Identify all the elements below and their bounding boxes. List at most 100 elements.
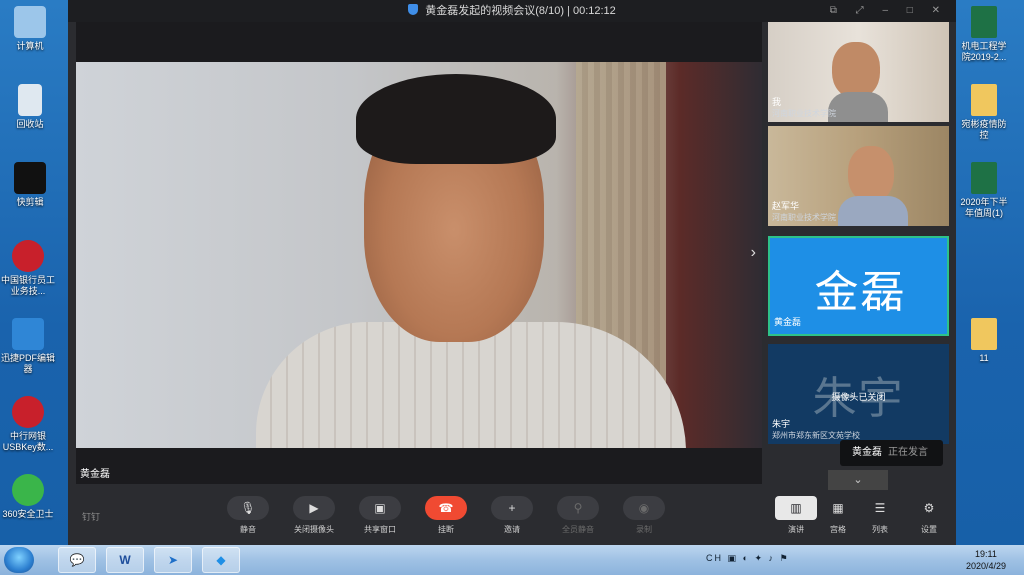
desktop-icon-label: 11	[979, 353, 989, 363]
participant-name: 我	[772, 97, 782, 107]
video-edit-app-icon	[14, 162, 46, 194]
layout-label: 列表	[872, 525, 888, 534]
computer-icon	[14, 6, 46, 38]
clock-date: 2020/4/29	[965, 561, 1006, 571]
toolbar-label: 录制	[636, 525, 652, 534]
speaker-layout-icon: ▥	[775, 496, 817, 520]
camera-off-button[interactable]: ▶ 关闭摄像头	[284, 496, 344, 535]
bank-app-icon	[12, 240, 44, 272]
start-button[interactable]	[4, 547, 34, 573]
recycle-bin-icon	[18, 84, 42, 116]
system-tray[interactable]: CH ▣ ◐ ✦ ♪ ⚑	[706, 553, 790, 564]
meeting-toolbar: 钉钉 🎙 静音 ▶ 关闭摄像头 ▣ 共享窗口 ☎ 挂断 + 邀请 ⚲ 全员静音 …	[68, 490, 956, 545]
microphone-icon: 🎙	[227, 496, 269, 520]
desktop-icon-label: 回收站	[16, 119, 44, 129]
participant-name: 朱宇	[772, 419, 791, 429]
desktop-icon-computer[interactable]: 计算机	[2, 6, 58, 52]
toolbar-label: 邀请	[504, 525, 520, 534]
desktop-icon-recycle-bin[interactable]: 回收站	[2, 84, 58, 130]
desktop-icon-security-app[interactable]: 360安全卫士	[0, 474, 56, 520]
mute-all-icon: ⚲	[557, 496, 599, 520]
desktop-icon-label: 快剪辑	[16, 197, 44, 207]
participant-tile-zhu[interactable]: 朱宇 摄像头已关闭 朱宇 郑州市郑东新区文苑学校	[768, 344, 949, 444]
desktop-icon-label: 360安全卫士	[2, 509, 54, 519]
invite-button[interactable]: + 邀请	[482, 496, 542, 535]
mute-all-button[interactable]: ⚲ 全员静音	[548, 496, 608, 535]
grid-layout-button[interactable]: ▦ 宫格	[817, 496, 859, 535]
layout-label: 演讲	[788, 525, 804, 534]
list-layout-icon: ☰	[874, 501, 886, 515]
word-icon[interactable]: W	[106, 547, 144, 573]
participant-tile-self[interactable]: 我 河南职业技术学院	[768, 22, 949, 122]
folder-icon	[971, 84, 997, 116]
participant-org: 河南职业技术学院	[772, 213, 836, 222]
desktop-icon-label: 宛彬疫情防控	[961, 119, 1007, 140]
excel-file-icon	[971, 162, 997, 194]
desktop-icon-bank-app[interactable]: 中国银行员工业务技...	[0, 240, 56, 297]
window-controls[interactable]: ⧉ ⤢ – □ ✕	[830, 0, 948, 22]
desktop-icon-bank-key[interactable]: 中行网银USBKey数...	[0, 396, 56, 453]
pdf-editor-icon	[12, 318, 44, 350]
scroll-down-button[interactable]: ⌄	[828, 470, 888, 490]
desktop-icon-label: 计算机	[16, 41, 44, 51]
hangup-button[interactable]: ☎ 挂断	[416, 496, 476, 535]
toolbar-label: 全员静音	[562, 525, 594, 534]
meeting-title: 黄金磊发起的视频会议(8/10) | 00:12:12	[425, 5, 616, 17]
participant-org: 河南职业技术学院	[772, 109, 836, 118]
invite-icon: +	[491, 496, 533, 520]
share-screen-icon: ▣	[359, 496, 401, 520]
participant-tile-huang[interactable]: 金磊 黄金磊	[768, 236, 949, 336]
desktop-icon-pdf-editor[interactable]: 迅捷PDF编辑器	[0, 318, 56, 375]
desktop-icon-video-edit[interactable]: 快剪辑	[2, 162, 58, 208]
desktop-icon-label: 中行网银USBKey数...	[2, 431, 54, 452]
clock[interactable]: 19:11 2020/4/29	[966, 548, 1006, 572]
desktop-icon-label: 机电工程学院2019-2...	[961, 41, 1007, 62]
main-speaker-name: 黄金磊	[80, 469, 110, 480]
camera-off-status: 摄像头已关闭	[831, 392, 886, 402]
layout-label: 宫格	[830, 525, 846, 534]
record-icon: ◉	[623, 496, 665, 520]
speaking-tooltip: 黄金磊 正在发言	[840, 440, 943, 466]
taskbar: 💬 W ➤ ◆ CH ▣ ◐ ✦ ♪ ⚑ 19:11 2020/4/29	[0, 545, 1024, 575]
dingtalk-icon[interactable]: ◆	[202, 547, 240, 573]
camera-icon: ▶	[293, 496, 335, 520]
feishu-icon[interactable]: ➤	[154, 547, 192, 573]
wechat-icon[interactable]: 💬	[58, 547, 96, 573]
clock-time: 19:11	[975, 549, 997, 559]
settings-label: 设置	[921, 525, 937, 534]
desktop-icon-label: 中国银行员工业务技...	[0, 275, 55, 296]
toolbar-label: 静音	[240, 525, 256, 534]
list-layout-button[interactable]: ☰ 列表	[859, 496, 901, 535]
grid-layout-icon: ▦	[832, 501, 844, 515]
desktop-icon-label: 2020年下半年值周(1)	[960, 197, 1008, 218]
share-window-button[interactable]: ▣ 共享窗口	[350, 496, 410, 535]
excel-file-icon	[971, 6, 997, 38]
input-language[interactable]: CH	[706, 553, 723, 563]
desktop-icon-excel-file[interactable]: 2020年下半年值周(1)	[960, 162, 1008, 219]
main-video-frame	[76, 62, 762, 448]
speaking-status: 正在发言	[888, 447, 928, 458]
folder-icon	[971, 318, 997, 350]
participant-avatar: 金磊	[814, 268, 907, 317]
participant-tile-zhao[interactable]: 赵军华 河南职业技术学院	[768, 126, 949, 226]
mute-button[interactable]: 🎙 静音	[218, 496, 278, 535]
speaker-layout-button[interactable]: ▥ 演讲	[775, 496, 817, 535]
main-video[interactable]: › 黄金磊	[76, 22, 762, 484]
participant-name: 黄金磊	[774, 317, 802, 327]
desktop-icon-label: 迅捷PDF编辑器	[0, 353, 55, 374]
video-meeting-window: 黄金磊发起的视频会议(8/10) | 00:12:12 ⧉ ⤢ – □ ✕ › …	[68, 0, 956, 545]
record-button[interactable]: ◉ 录制	[614, 496, 674, 535]
participant-name: 赵军华	[772, 201, 800, 211]
desktop-icon-excel-file[interactable]: 机电工程学院2019-2...	[960, 6, 1008, 63]
hangup-icon: ☎	[425, 496, 467, 520]
dingtalk-logo: 钉钉	[82, 512, 101, 522]
desktop-icon-folder[interactable]: 11	[960, 318, 1008, 364]
speaking-name: 黄金磊	[852, 447, 882, 458]
desktop-icon-folder[interactable]: 宛彬疫情防控	[960, 84, 1008, 141]
bank-key-icon	[12, 396, 44, 428]
settings-button[interactable]: ⚙ 设置	[908, 496, 950, 535]
meeting-titlebar: 黄金磊发起的视频会议(8/10) | 00:12:12 ⧉ ⤢ – □ ✕	[68, 0, 956, 22]
shield-icon	[408, 4, 419, 15]
toolbar-label: 挂断	[438, 525, 454, 534]
chevron-right-icon[interactable]: ›	[751, 244, 756, 262]
